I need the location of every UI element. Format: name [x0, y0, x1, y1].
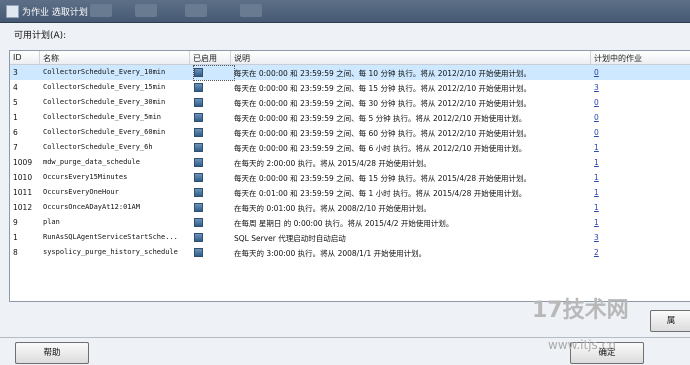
- available-schedules-label: 可用计划(A):: [14, 31, 67, 41]
- cell-id: 4: [13, 83, 18, 92]
- cell-jobs-link[interactable]: 0: [594, 98, 599, 107]
- table-row[interactable]: 8 syspolicy_purge_history_schedule 在每天的 3:…: [10, 245, 690, 260]
- cell-name: OccursEvery15Minutes: [43, 173, 128, 181]
- cell-description: 每天在 0:00:00 和 23:59:59 之间、每 15 分钟 执行。将从 …: [234, 84, 532, 93]
- cell-jobs-link[interactable]: 3: [594, 83, 599, 92]
- help-button[interactable]: 帮助: [15, 342, 89, 364]
- window-icon: [6, 5, 19, 18]
- cell-jobs-link[interactable]: 0: [594, 68, 599, 77]
- cell-name: CollectorSchedule_Every_10min: [43, 68, 166, 76]
- cell-id: 9: [13, 218, 18, 227]
- cell-name: CollectorSchedule_Every_15min: [43, 83, 166, 91]
- cell-id: 1: [13, 233, 18, 242]
- enabled-checkbox[interactable]: [194, 218, 203, 227]
- cell-jobs-link[interactable]: 1: [594, 203, 599, 212]
- cell-id: 3: [13, 68, 18, 77]
- cell-name: CollectorSchedule_Every_30min: [43, 98, 166, 106]
- cell-jobs-link[interactable]: 0: [594, 128, 599, 137]
- table-row[interactable]: 1011 OccursEveryOneHour 每天在 0:01:00 和 23:5…: [10, 185, 690, 200]
- table-row[interactable]: 1 CollectorSchedule_Every_5min 每天在 0:00:00…: [10, 110, 690, 125]
- cell-name: OccursOnceADayAt12:01AM: [43, 203, 140, 211]
- cell-description: 每天在 0:00:00 和 23:59:59 之间、每 5 分钟 执行。将从 2…: [234, 114, 527, 123]
- cell-name: CollectorSchedule_Every_6h: [43, 143, 153, 151]
- cell-id: 8: [13, 248, 18, 257]
- cell-name: syspolicy_purge_history_schedule: [43, 248, 178, 256]
- table-row[interactable]: 4 CollectorSchedule_Every_15min 每天在 0:00:0…: [10, 80, 690, 95]
- cell-description: 在每周 星期日 的 0:00:00 执行。将从 2015/4/2 开始使用计划。: [234, 219, 454, 228]
- cell-id: 1: [13, 113, 18, 122]
- cell-description: 每天在 0:00:00 和 23:59:59 之间、每 15 分钟 执行。将从 …: [234, 174, 532, 183]
- enabled-checkbox[interactable]: [194, 128, 203, 137]
- table-row[interactable]: 1010 OccursEvery15Minutes 每天在 0:00:00 和 23…: [10, 170, 690, 185]
- blurred-region: [90, 4, 112, 17]
- cell-description: 每天在 0:00:00 和 23:59:59 之间、每 10 分钟 执行。将从 …: [234, 69, 532, 78]
- enabled-checkbox[interactable]: [194, 203, 203, 212]
- cell-id: 5: [13, 98, 18, 107]
- title-bar: 为作业 选取计划: [0, 0, 690, 23]
- cell-name: CollectorSchedule_Every_60min: [43, 128, 166, 136]
- enabled-checkbox[interactable]: [194, 233, 203, 242]
- column-header-id[interactable]: ID: [13, 53, 22, 62]
- table-header: ID 名称 已启用 说明 计划中的作业: [10, 51, 690, 65]
- focus-rectangle: [193, 65, 235, 81]
- cell-name: mdw_purge_data_schedule: [43, 158, 140, 166]
- table-row[interactable]: 3 CollectorSchedule_Every_10min 每天在 0:00:0…: [10, 65, 690, 81]
- cell-name: RunAsSQLAgentServiceStartSche...: [43, 233, 178, 241]
- column-header-name[interactable]: 名称: [43, 53, 59, 64]
- table-row[interactable]: 9 plan 在每周 星期日 的 0:00:00 执行。将从 2015/4/2 开始…: [10, 215, 690, 230]
- enabled-checkbox[interactable]: [194, 173, 203, 182]
- cell-description: 在每天的 2:00:00 执行。将从 2015/4/28 开始使用计划。: [234, 159, 431, 168]
- cell-jobs-link[interactable]: 1: [594, 218, 599, 227]
- table-row[interactable]: 1009 mdw_purge_data_schedule 在每天的 2:00:00 …: [10, 155, 690, 170]
- column-header-jobs[interactable]: 计划中的作业: [594, 53, 642, 64]
- schedules-table[interactable]: ID 名称 已启用 说明 计划中的作业 3 CollectorSchedule_E…: [9, 50, 690, 302]
- enabled-checkbox[interactable]: [194, 143, 203, 152]
- cell-jobs-link[interactable]: 1: [594, 173, 599, 182]
- cell-description: 在每天的 0:01:00 执行。将从 2008/2/10 开始使用计划。: [234, 204, 431, 213]
- cell-description: 每天在 0:00:00 和 23:59:59 之间、每 30 分钟 执行。将从 …: [234, 99, 532, 108]
- cell-name: OccursEveryOneHour: [43, 188, 119, 196]
- cell-description: 每天在 0:00:00 和 23:59:59 之间、每 6 小时 执行。将从 2…: [234, 144, 527, 153]
- cell-description: SQL Server 代理启动时自动启动: [234, 234, 346, 243]
- column-header-description[interactable]: 说明: [234, 53, 250, 64]
- cell-id: 1009: [13, 158, 33, 167]
- cell-name: CollectorSchedule_Every_5min: [43, 113, 162, 121]
- cell-id: 6: [13, 128, 18, 137]
- enabled-checkbox[interactable]: [194, 158, 203, 167]
- table-row[interactable]: 6 CollectorSchedule_Every_60min 每天在 0:00:0…: [10, 125, 690, 140]
- cell-description: 在每天的 3:00:00 执行。将从 2008/1/1 开始使用计划。: [234, 249, 427, 258]
- enabled-checkbox[interactable]: [194, 248, 203, 257]
- cell-id: 7: [13, 143, 18, 152]
- cell-jobs-link[interactable]: 1: [594, 158, 599, 167]
- cell-jobs-link[interactable]: 1: [594, 143, 599, 152]
- blurred-region: [135, 4, 157, 17]
- cell-jobs-link[interactable]: 0: [594, 113, 599, 122]
- window-title: 为作业 选取计划: [22, 8, 88, 18]
- table-row[interactable]: 7 CollectorSchedule_Every_6h 每天在 0:00:00 和…: [10, 140, 690, 155]
- cell-description: 每天在 0:01:00 和 23:59:59 之间、每 1 小时 执行。将从 2…: [234, 189, 527, 198]
- cell-jobs-link[interactable]: 3: [594, 233, 599, 242]
- table-row[interactable]: 1 RunAsSQLAgentServiceStartSche... SQL Ser…: [10, 230, 690, 245]
- cell-name: plan: [43, 218, 60, 226]
- table-row[interactable]: 5 CollectorSchedule_Every_30min 每天在 0:00:0…: [10, 95, 690, 110]
- enabled-checkbox[interactable]: [194, 98, 203, 107]
- cell-id: 1011: [13, 188, 33, 197]
- enabled-checkbox[interactable]: [194, 113, 203, 122]
- watermark-logo: 17技术网: [532, 298, 629, 323]
- column-header-enabled[interactable]: 已启用: [193, 53, 217, 64]
- table-row[interactable]: 1012 OccursOnceADayAt12:01AM 在每天的 0:01:00 …: [10, 200, 690, 215]
- properties-button[interactable]: 属: [650, 310, 690, 332]
- cell-id: 1012: [13, 203, 33, 212]
- cell-description: 每天在 0:00:00 和 23:59:59 之间、每 60 分钟 执行。将从 …: [234, 129, 532, 138]
- enabled-checkbox[interactable]: [194, 83, 203, 92]
- enabled-checkbox[interactable]: [194, 188, 203, 197]
- cell-jobs-link[interactable]: 2: [594, 248, 599, 257]
- cell-jobs-link[interactable]: 1: [594, 188, 599, 197]
- cell-id: 1010: [13, 173, 33, 182]
- blurred-region: [185, 4, 207, 17]
- blurred-region: [240, 4, 262, 17]
- watermark-url: www.itjs.cn: [548, 338, 616, 352]
